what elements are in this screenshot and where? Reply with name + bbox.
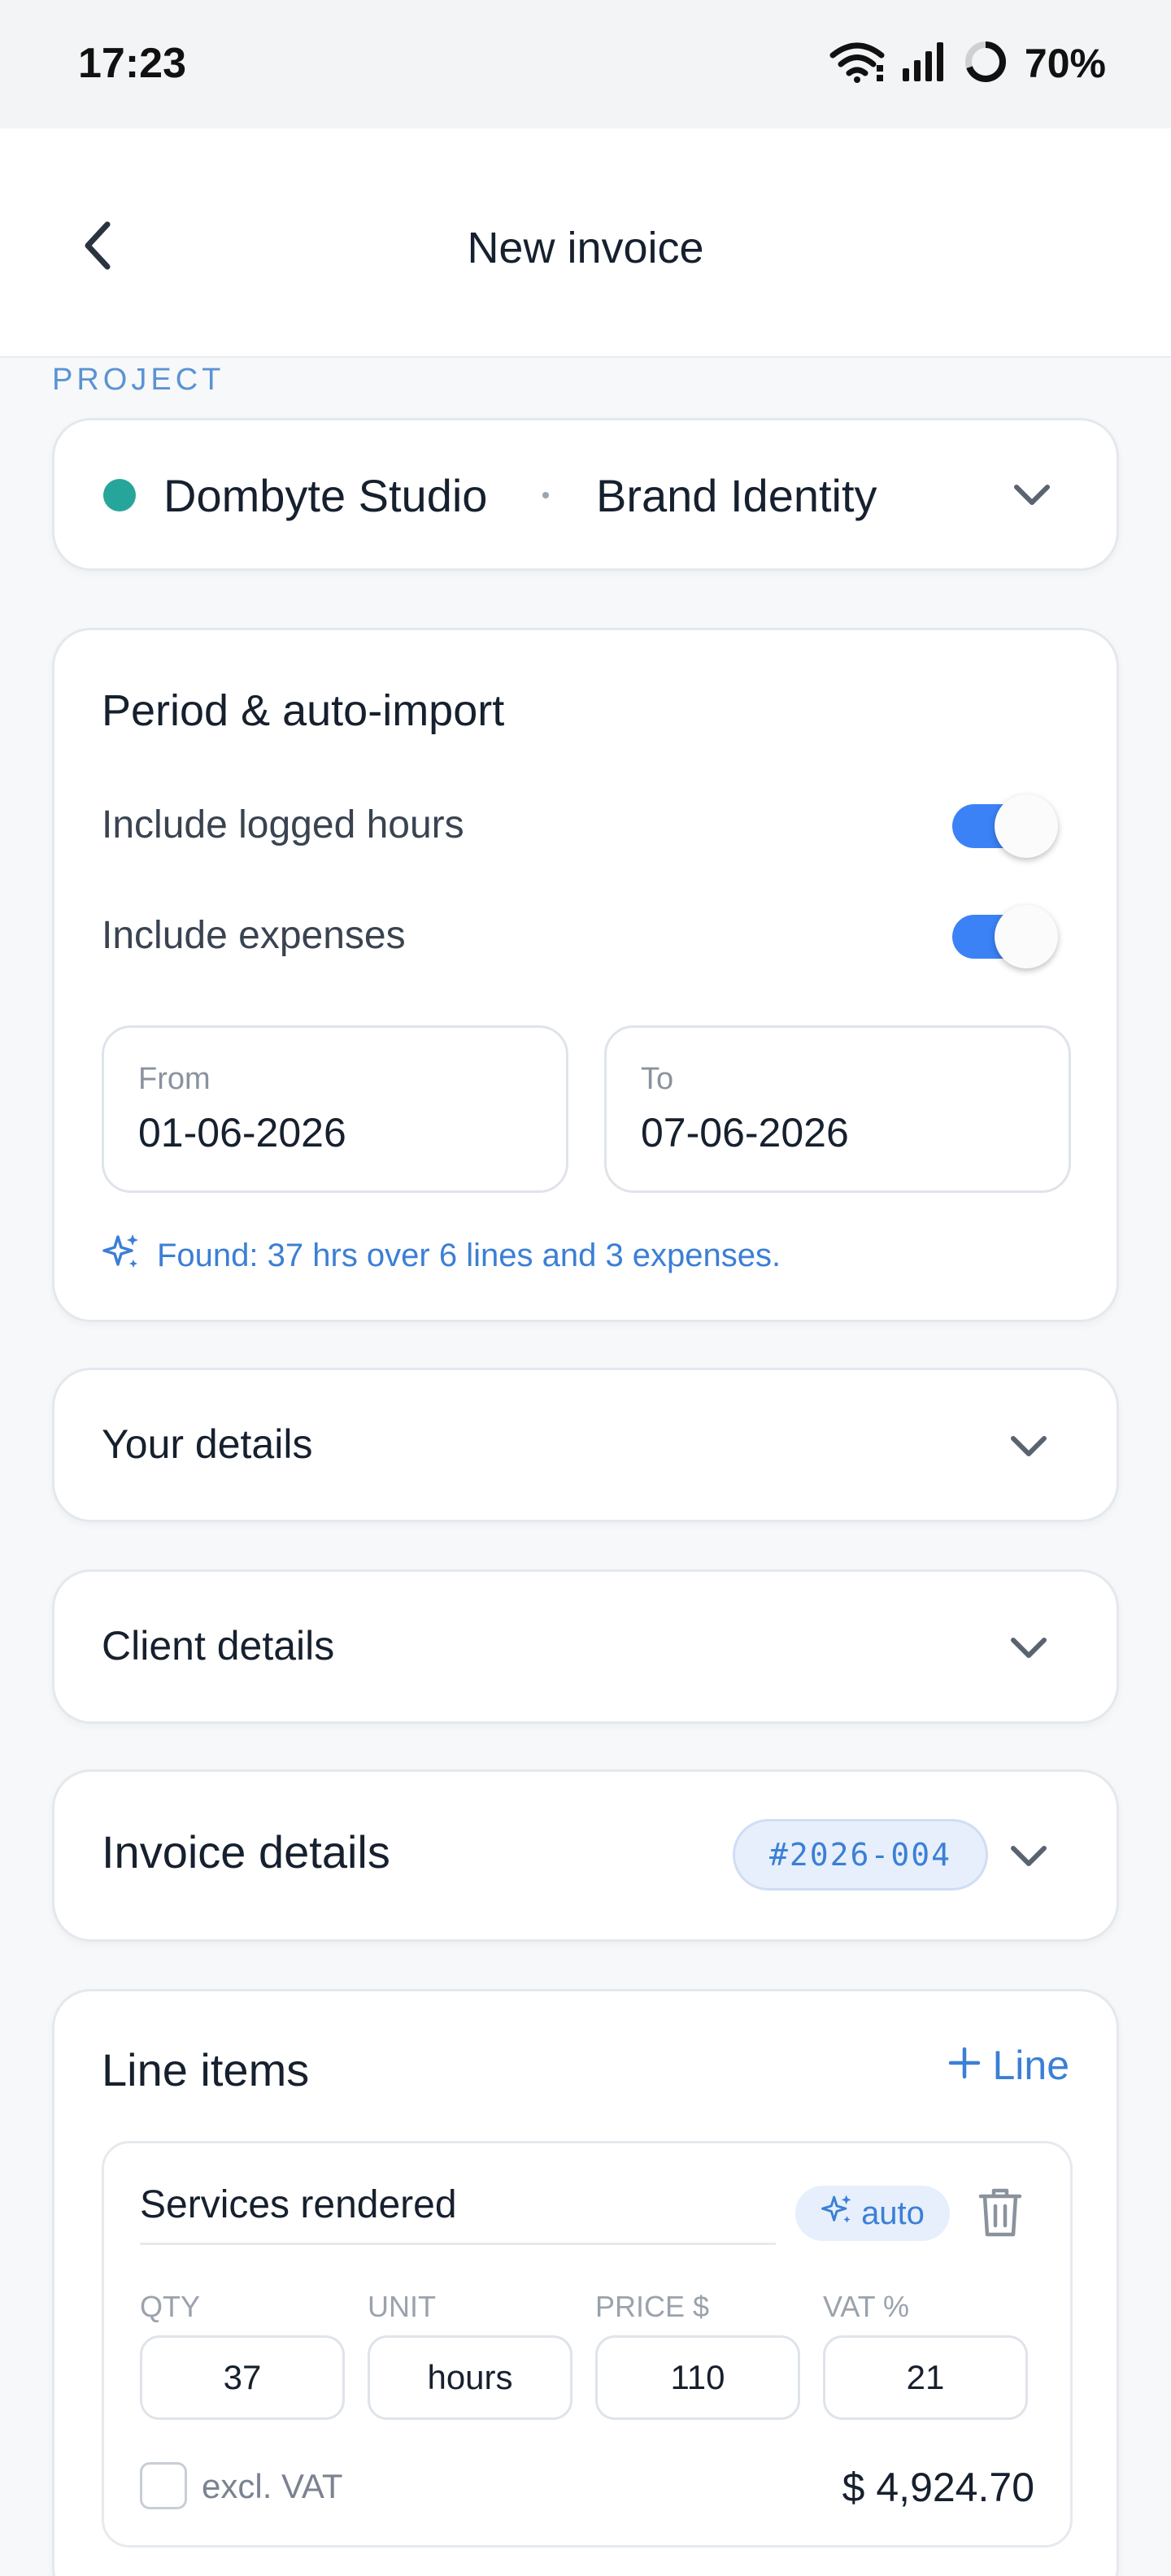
- qty-label: QTY: [140, 2290, 201, 2323]
- status-bar: 17:23 70%: [0, 0, 1171, 128]
- invoice-number-badge: #2026-004: [733, 1819, 988, 1891]
- project-color-dot: [103, 479, 136, 511]
- app-bar: New invoice: [0, 128, 1171, 358]
- project-name: Brand Identity: [596, 470, 877, 521]
- to-date-field[interactable]: To 07-06-2026: [604, 1025, 1071, 1193]
- vat-label: VAT %: [823, 2290, 910, 2323]
- to-date-value: 07-06-2026: [641, 1110, 849, 1155]
- price-label: PRICE $: [595, 2290, 710, 2323]
- sparkle-icon: [102, 1232, 141, 1279]
- invoice-details-title: Invoice details: [102, 1826, 390, 1878]
- period-title: Period & auto-import: [102, 686, 505, 735]
- auto-badge: auto: [795, 2186, 950, 2241]
- vat-input[interactable]: 21: [823, 2335, 1028, 2420]
- chevron-down-icon: [1008, 471, 1056, 520]
- unit-input[interactable]: hours: [368, 2335, 572, 2420]
- excl-vat-label: excl. VAT: [202, 2467, 343, 2505]
- period-card: Period & auto-import Include logged hour…: [52, 628, 1119, 1322]
- status-icons: 70%: [829, 37, 1106, 89]
- page-title: New invoice: [467, 224, 704, 272]
- line-item-total: $ 4,924.70: [842, 2465, 1034, 2510]
- include-expenses-toggle[interactable]: [952, 905, 1060, 968]
- client-details-section[interactable]: Client details: [52, 1569, 1119, 1724]
- toggle-knob: [995, 905, 1058, 968]
- add-line-label: Line: [992, 2043, 1069, 2088]
- chevron-down-icon: [1004, 1624, 1053, 1673]
- auto-label: auto: [861, 2195, 925, 2231]
- delete-line-button[interactable]: [974, 2186, 1026, 2243]
- line-item: Services rendered auto QTY UNIT PRICE $ …: [102, 2141, 1073, 2548]
- toggle-knob: [995, 794, 1058, 858]
- battery-percent: 70%: [1024, 41, 1106, 86]
- unit-label: UNIT: [368, 2290, 436, 2323]
- client-details-title: Client details: [102, 1623, 335, 1669]
- include-hours-toggle[interactable]: [952, 794, 1060, 858]
- price-input[interactable]: 110: [595, 2335, 800, 2420]
- line-items-title: Line items: [102, 2044, 310, 2095]
- trash-icon: [977, 2187, 1023, 2243]
- line-item-description[interactable]: Services rendered: [140, 2182, 457, 2227]
- excl-vat-checkbox[interactable]: [140, 2462, 187, 2509]
- project-selector[interactable]: Dombyte Studio Brand Identity: [52, 418, 1119, 571]
- description-underline: [140, 2243, 776, 2245]
- found-summary: Found: 37 hrs over 6 lines and 3 expense…: [102, 1232, 781, 1279]
- your-details-title: Your details: [102, 1421, 313, 1467]
- battery-ring-icon: [963, 39, 1008, 89]
- signal-icon: [901, 41, 947, 87]
- separator-dot: [542, 492, 549, 498]
- your-details-section[interactable]: Your details: [52, 1368, 1119, 1522]
- project-client-name: Dombyte Studio: [163, 470, 488, 521]
- chevron-down-icon: [1004, 1422, 1053, 1471]
- include-hours-label: Include logged hours: [102, 803, 464, 846]
- invoice-details-section[interactable]: Invoice details #2026-004: [52, 1769, 1119, 1942]
- sparkle-icon: [821, 2193, 853, 2234]
- qty-input[interactable]: 37: [140, 2335, 345, 2420]
- from-date-field[interactable]: From 01-06-2026: [102, 1025, 568, 1193]
- project-section-label: PROJECT: [52, 363, 225, 397]
- line-items-card: Line items Line Services rendered auto Q…: [52, 1989, 1119, 2576]
- chevron-down-icon: [1004, 1832, 1053, 1881]
- add-line-button[interactable]: Line: [948, 2042, 1069, 2089]
- from-date-value: 01-06-2026: [138, 1110, 346, 1155]
- include-expenses-label: Include expenses: [102, 914, 406, 957]
- plus-icon: [948, 2042, 981, 2089]
- wifi-icon: [829, 41, 885, 87]
- found-text: Found: 37 hrs over 6 lines and 3 expense…: [157, 1237, 781, 1273]
- to-date-label: To: [641, 1062, 674, 1096]
- status-time: 17:23: [78, 40, 186, 87]
- from-date-label: From: [138, 1062, 211, 1096]
